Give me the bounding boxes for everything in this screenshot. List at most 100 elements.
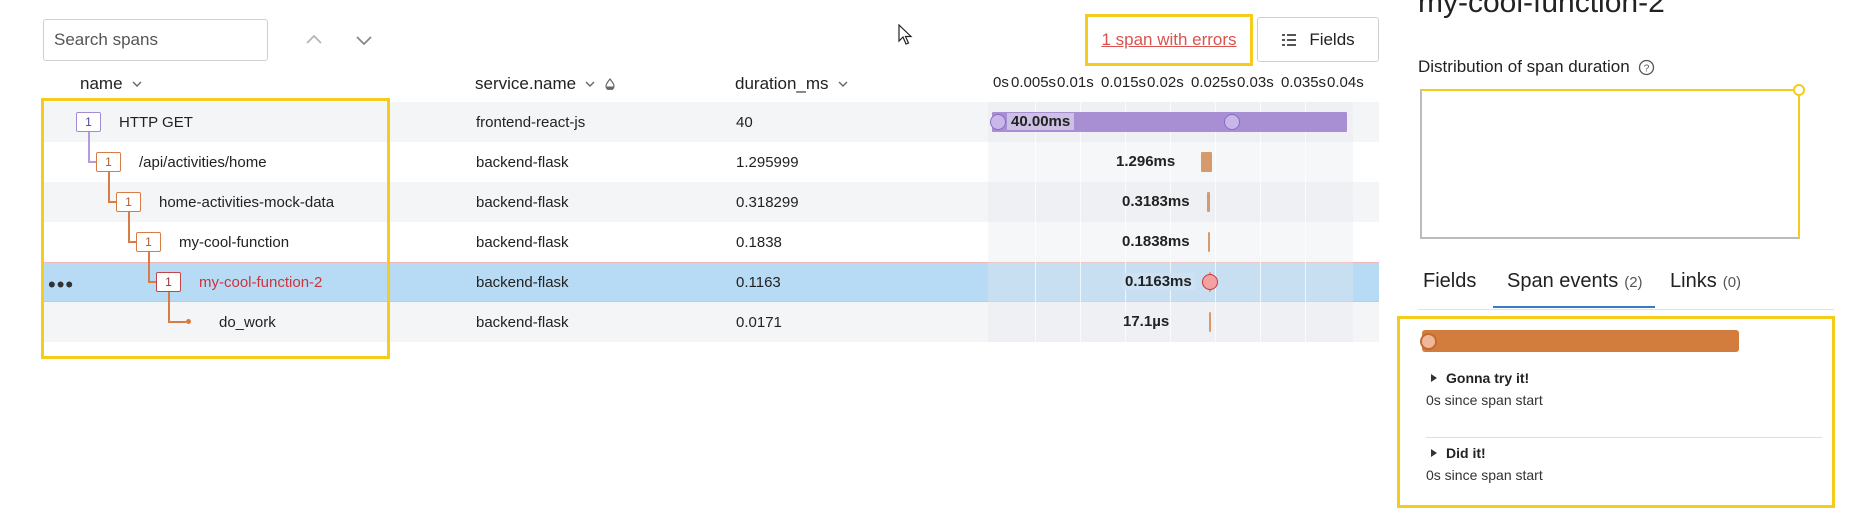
duration-cell: 0.1838 <box>736 234 782 251</box>
service-cell: backend-flask <box>476 194 569 211</box>
service-cell: backend-flask <box>476 314 569 331</box>
tree-connector <box>128 212 130 243</box>
timeline-tick: 0.005s <box>1011 74 1057 91</box>
name-column-header[interactable]: name <box>80 72 143 96</box>
tab-label: Fields <box>1423 270 1477 292</box>
color-drop-icon[interactable] <box>604 78 616 90</box>
resize-handle[interactable] <box>1793 84 1805 96</box>
span-events-timeline-bar <box>1422 330 1739 352</box>
span-duration-bar[interactable] <box>1209 312 1211 332</box>
timeline-gridline <box>1080 102 1081 342</box>
duration-cell: 0.1163 <box>736 274 781 291</box>
search-spans-input[interactable] <box>43 19 268 61</box>
duration-cell: 1.295999 <box>736 154 799 171</box>
span-name[interactable]: do_work <box>219 314 276 331</box>
span-event-name: Gonna try it! <box>1446 370 1530 386</box>
service-cell: backend-flask <box>476 154 569 171</box>
span-name-error[interactable]: my-cool-function-2 <box>199 274 322 291</box>
duration-label: 40.00ms <box>1007 113 1075 130</box>
next-result-button[interactable] <box>352 28 376 52</box>
span-name[interactable]: HTTP GET <box>119 114 193 131</box>
span-duration-bar[interactable] <box>1208 232 1210 252</box>
timeline-tick: 0.035s <box>1281 74 1327 91</box>
duration-label: 17.1µs <box>1123 313 1170 330</box>
tab-span-events[interactable]: Span events (2) <box>1507 270 1643 293</box>
span-event-marker[interactable] <box>1420 333 1437 350</box>
span-name[interactable]: my-cool-function <box>179 234 289 251</box>
span-event-marker[interactable] <box>990 114 1006 130</box>
timeline-gridline <box>1215 102 1216 342</box>
child-count-badge[interactable]: 1 <box>96 152 121 172</box>
tree-connector <box>88 132 90 163</box>
tree-connector <box>168 321 186 323</box>
timeline-gridline <box>1170 102 1171 342</box>
child-count-badge[interactable]: 1 <box>156 272 181 292</box>
timeline-gridline <box>1260 102 1261 342</box>
span-event-toggle[interactable]: Did it! <box>1430 445 1486 461</box>
tree-connector <box>148 252 150 283</box>
duration-cell: 0.0171 <box>736 314 782 331</box>
span-event-toggle[interactable]: Gonna try it! <box>1430 370 1529 386</box>
timeline-gridline <box>1035 102 1036 342</box>
service-column-header[interactable]: service.name <box>475 72 616 96</box>
duration-column-header[interactable]: duration_ms <box>735 72 849 96</box>
help-icon[interactable]: ? <box>1638 59 1655 76</box>
tabs-divider <box>1418 309 1834 310</box>
span-event-offset: 0s since span start <box>1426 467 1543 483</box>
tree-connector <box>108 172 110 203</box>
tab-count: (2) <box>1624 274 1643 291</box>
duration-cell: 40 <box>736 114 753 131</box>
timeline-tick: 0.025s <box>1191 74 1237 91</box>
service-cell: backend-flask <box>476 234 569 251</box>
distribution-title: Distribution of span duration <box>1418 57 1630 76</box>
tab-label: Span events <box>1507 270 1619 292</box>
child-count-badge[interactable]: 1 <box>76 112 101 132</box>
span-event-name: Did it! <box>1446 445 1486 461</box>
tab-fields[interactable]: Fields <box>1423 270 1476 293</box>
distribution-heading: Distribution of span duration ? <box>1418 57 1655 77</box>
timeline-tick: 0.02s <box>1147 74 1184 91</box>
timeline-tick: 0.03s <box>1237 74 1274 91</box>
span-event-offset: 0s since span start <box>1426 392 1543 408</box>
columns-list-icon <box>1282 33 1297 46</box>
duration-distribution-chart[interactable] <box>1420 89 1800 239</box>
mouse-cursor-icon <box>898 24 913 45</box>
tree-connector <box>168 292 170 322</box>
tab-label: Links <box>1670 270 1717 292</box>
row-actions-button[interactable]: ••• <box>48 272 74 298</box>
chevron-down-icon <box>838 81 848 87</box>
span-detail-title: my-cool-function-2 <box>1418 0 1665 19</box>
duration-label: 0.1163ms <box>1122 273 1195 290</box>
service-column-label: service.name <box>475 74 577 93</box>
service-cell: backend-flask <box>476 274 569 291</box>
caret-right-icon <box>1431 449 1437 457</box>
span-duration-bar[interactable] <box>1207 192 1210 212</box>
timeline-tick: 0.01s <box>1057 74 1094 91</box>
chevron-up-icon <box>306 34 322 44</box>
fields-button-label: Fields <box>1309 29 1355 49</box>
child-count-badge[interactable]: 1 <box>116 192 141 212</box>
timeline-gridline <box>1125 102 1126 342</box>
service-cell: frontend-react-js <box>476 114 586 131</box>
span-name[interactable]: home-activities-mock-data <box>159 194 334 211</box>
spans-with-errors-link[interactable]: 1 span with errors <box>1085 14 1253 66</box>
fields-button[interactable]: Fields <box>1257 17 1379 62</box>
event-divider <box>1426 437 1822 438</box>
duration-column-label: duration_ms <box>735 74 829 93</box>
duration-label: 0.1838ms <box>1122 233 1190 250</box>
chevron-down-icon <box>132 81 142 87</box>
child-count-badge[interactable]: 1 <box>136 232 161 252</box>
error-event-marker[interactable] <box>1202 274 1218 290</box>
span-name[interactable]: /api/activities/home <box>139 154 267 171</box>
active-tab-indicator <box>1493 306 1655 308</box>
span-duration-bar[interactable] <box>1201 152 1212 172</box>
previous-result-button[interactable] <box>302 28 326 52</box>
chevron-down-icon <box>585 81 595 87</box>
chevron-down-icon <box>356 36 372 46</box>
caret-right-icon <box>1431 374 1437 382</box>
svg-text:?: ? <box>1643 63 1649 74</box>
span-event-marker[interactable] <box>1224 114 1240 130</box>
duration-label: 1.296ms <box>1116 153 1176 170</box>
tab-links[interactable]: Links (0) <box>1670 270 1741 293</box>
name-column-label: name <box>80 74 123 93</box>
